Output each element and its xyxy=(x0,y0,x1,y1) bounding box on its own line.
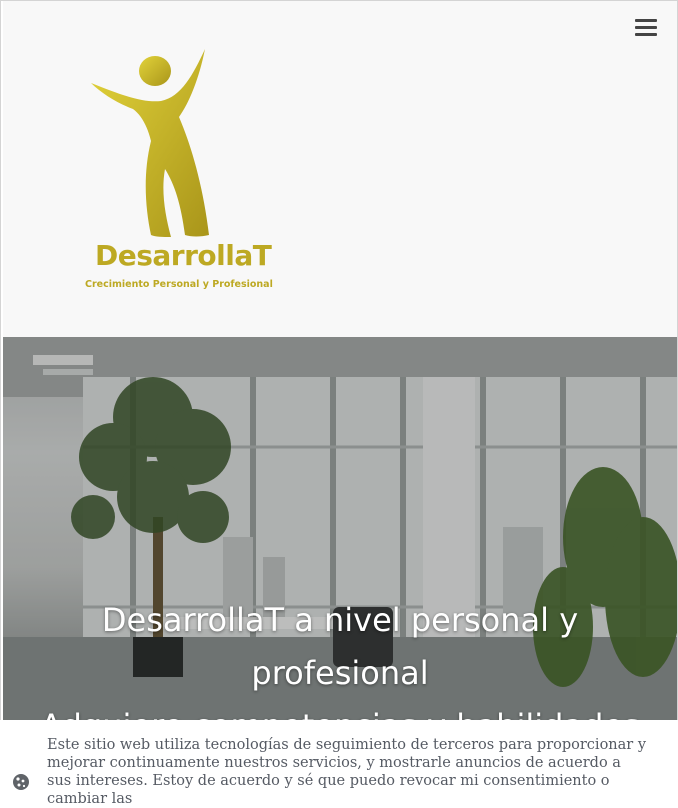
hamburger-menu-button[interactable] xyxy=(629,13,663,41)
site-header: DesarrollaT Crecimiento Personal y Profe… xyxy=(3,1,677,337)
page-frame: DesarrollaT Crecimiento Personal y Profe… xyxy=(0,0,678,792)
hamburger-icon xyxy=(635,18,657,22)
hamburger-icon-bar xyxy=(635,32,657,36)
cookie-icon[interactable] xyxy=(12,773,30,791)
logo-figure-icon xyxy=(91,49,209,237)
hero-title-line: profesional xyxy=(251,654,429,693)
cookie-consent-bar: Este sitio web utiliza tecnologías de se… xyxy=(0,720,678,807)
hero-title: DesarrollaT a nivel personal y profesion… xyxy=(3,594,677,721)
hamburger-icon-bar xyxy=(635,25,657,29)
logo-brand-name: DesarrollaT xyxy=(95,239,272,272)
hero-subtitle-line: Adquiere competencias y habilidades xyxy=(3,700,677,721)
hero-banner: DesarrollaT a nivel personal y profesion… xyxy=(3,337,677,721)
site-logo[interactable]: DesarrollaT Crecimiento Personal y Profe… xyxy=(81,45,291,295)
cookie-notice-text: Este sitio web utiliza tecnologías de se… xyxy=(47,737,647,807)
logo-tagline: Crecimiento Personal y Profesional xyxy=(85,279,273,290)
hero-title-line: DesarrollaT a nivel personal y xyxy=(101,601,579,640)
